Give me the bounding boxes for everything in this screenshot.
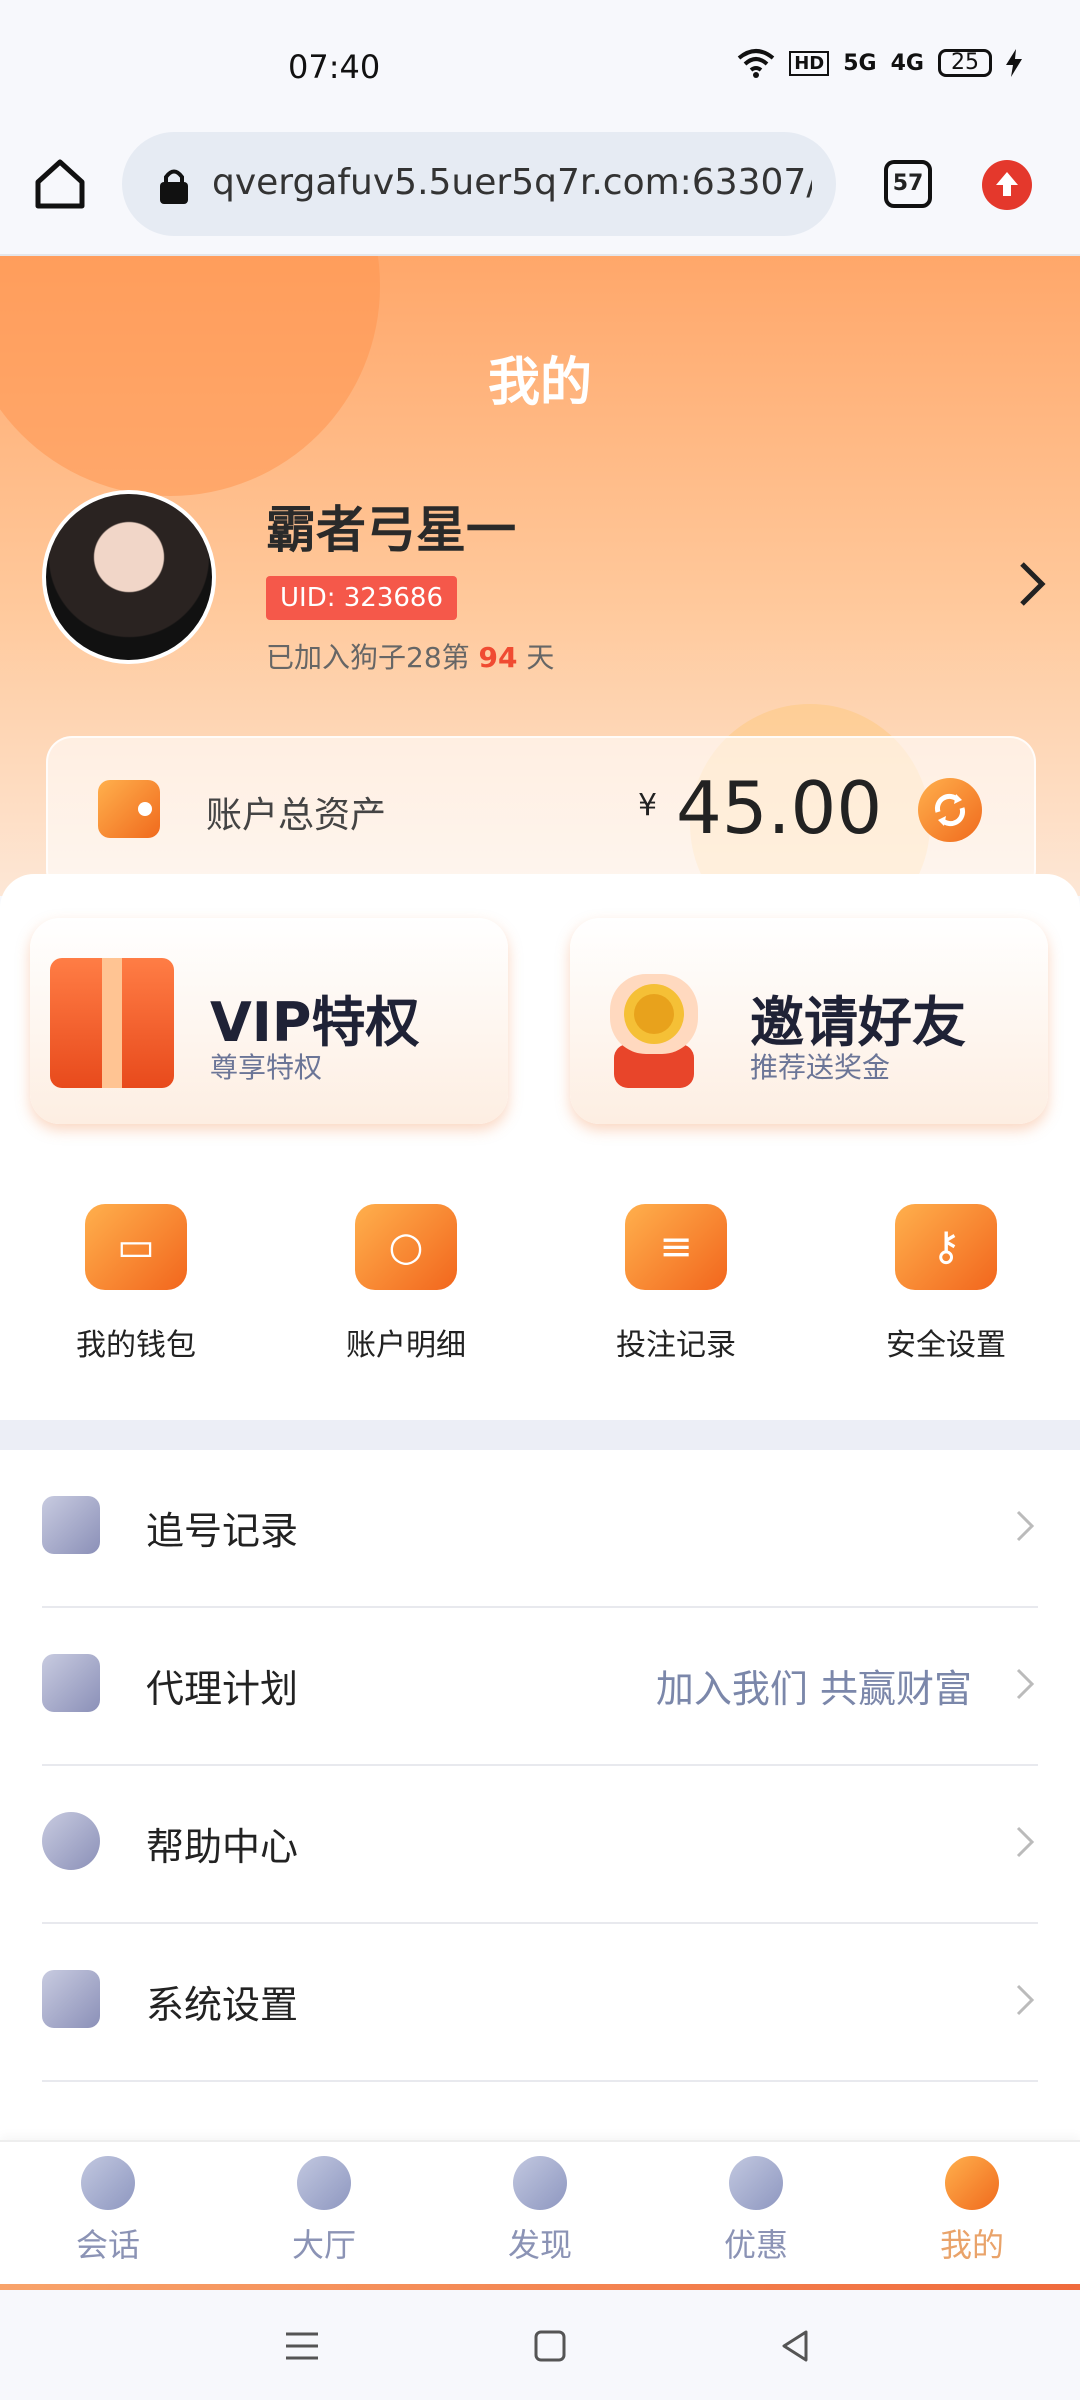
system-nav-bar	[0, 2290, 1080, 2400]
bottom-nav: 会话 大厅 发现 优惠 我的	[0, 2140, 1080, 2288]
page-title: 我的	[487, 353, 592, 413]
coin-hand-icon	[610, 974, 698, 1088]
browser-toolbar: qvergafuv5.5uer5q7r.com:63307/hor 57	[0, 120, 1080, 256]
nav-label: 我的	[939, 2226, 1004, 2264]
tabs-button[interactable]: 57	[884, 160, 932, 208]
profile-header: 我的 霸者弓星一 UID: 323686 已加入狗子28第 94 天 账户总资产…	[0, 256, 1080, 896]
status-bar: 07:40 HD 5G 4G 25	[0, 0, 1080, 130]
promo-subtitle: 尊享特权	[210, 1051, 323, 1084]
hd-icon: HD	[789, 50, 830, 76]
signal-4g-icon: 4G	[890, 50, 924, 76]
join-days: 94	[478, 641, 518, 674]
main-card: VIP特权 尊享特权 邀请好友 推荐送奖金 ▭ 我的钱包 ○ 账户明细 ≡ 投注…	[0, 874, 1080, 1420]
back-icon[interactable]	[776, 2326, 816, 2366]
battery-icon: 25	[938, 49, 992, 77]
wifi-icon	[737, 49, 775, 78]
join-prefix: 已加入狗子28第	[266, 641, 470, 674]
nav-tab-discover[interactable]: 发现	[432, 2156, 648, 2266]
wallet-icon: ▭	[85, 1204, 187, 1290]
charging-icon	[1006, 49, 1022, 77]
invite-promo-card[interactable]: 邀请好友 推荐送奖金	[570, 918, 1048, 1124]
username: 霸者弓星一	[266, 501, 516, 559]
help-icon	[42, 1812, 100, 1870]
join-info: 已加入狗子28第 94 天	[266, 636, 554, 676]
magnifier-icon: ○	[355, 1204, 457, 1290]
status-icons: HD 5G 4G 25	[737, 48, 1022, 78]
gear-icon	[42, 1970, 100, 2028]
nav-label: 发现	[507, 2226, 572, 2264]
quick-action-security[interactable]: ⚷ 安全设置	[866, 1204, 1026, 1364]
chevron-right-icon	[1016, 1826, 1035, 1858]
nav-tab-mine[interactable]: 我的	[864, 2156, 1080, 2266]
url-text: qvergafuv5.5uer5q7r.com:63307/hor	[212, 162, 812, 203]
menu-item-label: 代理计划	[146, 1667, 299, 1711]
nav-tab-chat[interactable]: 会话	[0, 2156, 216, 2266]
menu-item-chase-records[interactable]: 追号记录	[42, 1450, 1038, 1608]
chat-icon	[81, 2156, 135, 2210]
compass-icon	[513, 2156, 567, 2210]
chevron-right-icon	[1016, 1984, 1035, 2016]
user-icon	[945, 2156, 999, 2210]
menu-list: 追号记录 代理计划 加入我们 共赢财富 帮助中心 系统设置	[0, 1450, 1080, 2140]
nav-tab-hall[interactable]: 大厅	[216, 2156, 432, 2266]
quick-action-bet-records[interactable]: ≡ 投注记录	[596, 1204, 756, 1364]
home-square-icon[interactable]	[530, 2326, 570, 2366]
key-icon: ⚷	[895, 1204, 997, 1290]
currency-symbol: ¥	[638, 788, 658, 823]
lock-icon	[160, 169, 188, 204]
join-suffix: 天	[526, 641, 555, 674]
chevron-right-icon	[1016, 1510, 1035, 1542]
vip-promo-card[interactable]: VIP特权 尊享特权	[30, 918, 508, 1124]
qrcode-icon	[42, 1654, 100, 1712]
menu-item-label: 系统设置	[146, 1983, 299, 2027]
wallet-icon	[98, 780, 160, 838]
quick-action-account-details[interactable]: ○ 账户明细	[326, 1204, 486, 1364]
nav-label: 会话	[75, 2226, 140, 2264]
url-bar[interactable]: qvergafuv5.5uer5q7r.com:63307/hor	[122, 132, 836, 236]
signal-5g-icon: 5G	[843, 50, 877, 76]
asset-card: 账户总资产 ¥ 45.00	[46, 736, 1036, 896]
nav-tab-offers[interactable]: 优惠	[648, 2156, 864, 2266]
quick-action-wallet[interactable]: ▭ 我的钱包	[56, 1204, 216, 1364]
quick-action-label: 账户明细	[346, 1328, 466, 1363]
hall-icon	[297, 2156, 351, 2210]
gift-icon	[50, 958, 174, 1088]
section-divider	[0, 1420, 1080, 1450]
nav-label: 优惠	[723, 2226, 788, 2264]
menu-item-label: 帮助中心	[146, 1825, 299, 1869]
menu-item-help-center[interactable]: 帮助中心	[42, 1766, 1038, 1924]
quick-action-label: 安全设置	[886, 1328, 1006, 1363]
coupon-icon	[729, 2156, 783, 2210]
chevron-right-icon	[1016, 1668, 1035, 1700]
asset-label: 账户总资产	[206, 795, 387, 836]
menu-item-label: 追号记录	[146, 1509, 299, 1553]
promo-subtitle: 推荐送奖金	[750, 1051, 891, 1084]
quick-action-label: 投注记录	[616, 1328, 736, 1363]
quick-action-label: 我的钱包	[76, 1328, 196, 1363]
refresh-icon[interactable]	[918, 778, 982, 842]
menu-item-note: 加入我们 共赢财富	[655, 1667, 972, 1711]
ticket-icon: ≡	[625, 1204, 727, 1290]
home-icon[interactable]	[32, 156, 88, 212]
menu-item-system-settings[interactable]: 系统设置	[42, 1924, 1038, 2082]
chevron-right-icon[interactable]	[1016, 556, 1050, 612]
update-icon[interactable]	[982, 160, 1032, 210]
nav-label: 大厅	[291, 2226, 356, 2264]
menu-icon[interactable]	[282, 2326, 322, 2366]
menu-item-agent-plan[interactable]: 代理计划 加入我们 共赢财富	[42, 1608, 1038, 1766]
clipboard-icon	[42, 1496, 100, 1554]
status-time: 07:40	[288, 48, 381, 86]
asset-value: 45.00	[676, 766, 883, 850]
avatar[interactable]	[42, 490, 216, 664]
uid-badge: UID: 323686	[266, 576, 457, 620]
